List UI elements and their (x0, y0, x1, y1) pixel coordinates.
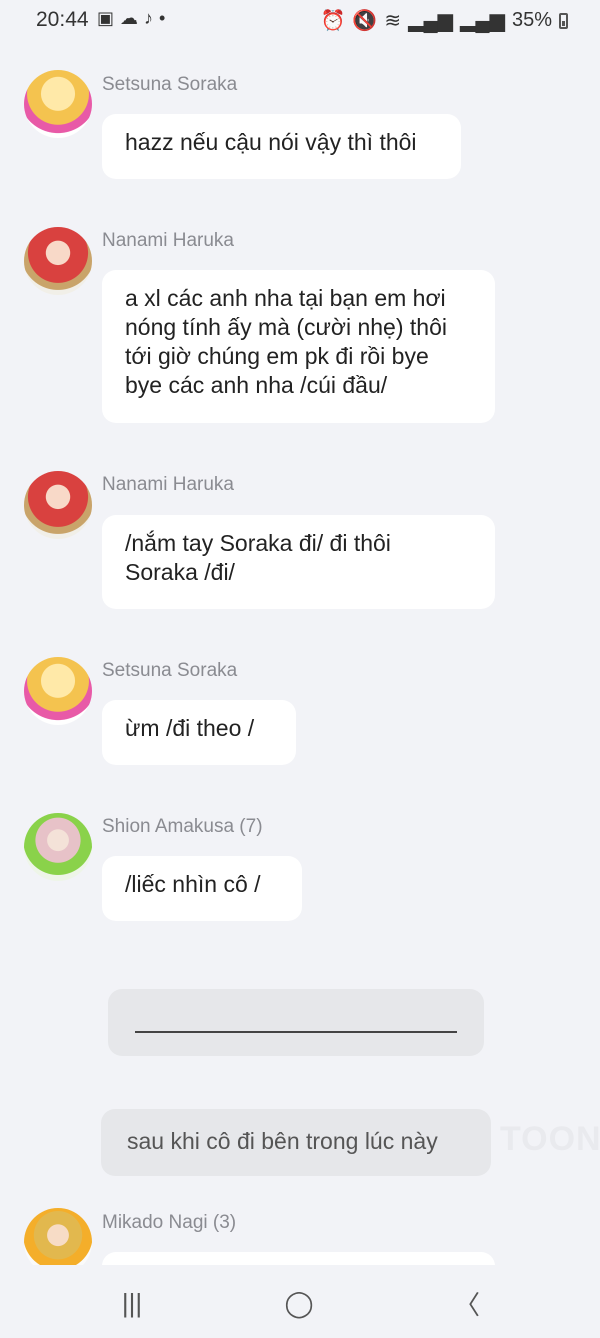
image-icon: ▣ (97, 8, 115, 28)
message-bubble[interactable]: a xl các anh nha tại bạn em hơi nóng tín… (102, 270, 495, 423)
wifi-icon: ≋ (384, 10, 402, 32)
tiktok-icon: ♪ (144, 8, 154, 28)
sender-name: Setsuna Soraka (102, 660, 238, 681)
sender-name: Shion Amakusa (7) (102, 816, 263, 837)
dot-icon: • (159, 8, 166, 28)
status-left-icons: ▣ ☁ ♪ • (97, 8, 165, 29)
cloud-icon: ☁ (120, 8, 139, 28)
message-bubble[interactable]: /liếc nhìn cô / (102, 856, 302, 921)
avatar[interactable] (24, 471, 92, 539)
battery-text: 35% (511, 9, 552, 31)
status-right-icons: ⏰ 🔇 ≋ ▂▄▆ ▂▄▆ 35% (321, 8, 568, 33)
message-bubble[interactable]: hazz nếu cậu nói vậy thì thôi (102, 114, 461, 179)
status-time: 20:44 (36, 8, 89, 31)
mute-icon: 🔇 (352, 10, 378, 32)
sender-name: Nanami Haruka (102, 474, 234, 495)
divider-line (135, 1031, 457, 1033)
signal-icon: ▂▄▆ (408, 10, 454, 32)
avatar[interactable] (24, 657, 92, 725)
avatar[interactable] (24, 70, 92, 138)
battery-icon (559, 12, 568, 29)
status-bar: 20:44 ▣ ☁ ♪ • ⏰ 🔇 ≋ ▂▄▆ ▂▄▆ 35% (0, 0, 600, 40)
recent-apps-icon[interactable]: ||| (112, 1287, 152, 1319)
sender-name: Nanami Haruka (102, 230, 234, 251)
avatar[interactable] (24, 227, 92, 295)
sender-name: Setsuna Soraka (102, 74, 238, 95)
avatar[interactable] (24, 813, 92, 881)
narration-bubble[interactable]: sau khi cô đi bên trong lúc này (101, 1109, 491, 1176)
signal-icon: ▂▄▆ (460, 10, 505, 32)
message-bubble[interactable]: /nắm tay Soraka đi/ đi thôi Soraka /đi/ (102, 515, 495, 609)
alarm-icon: ⏰ (320, 10, 346, 32)
message-bubble[interactable]: ừm /đi theo / (102, 700, 296, 765)
home-icon[interactable]: ◯ (279, 1287, 319, 1319)
watermark: TOON (500, 1120, 600, 1158)
sender-name: Mikado Nagi (3) (102, 1212, 237, 1233)
narration-divider-bubble (108, 989, 484, 1056)
back-icon[interactable]: 〈 (447, 1287, 487, 1320)
navigation-bar: ||| ◯ 〈 (0, 1265, 600, 1338)
